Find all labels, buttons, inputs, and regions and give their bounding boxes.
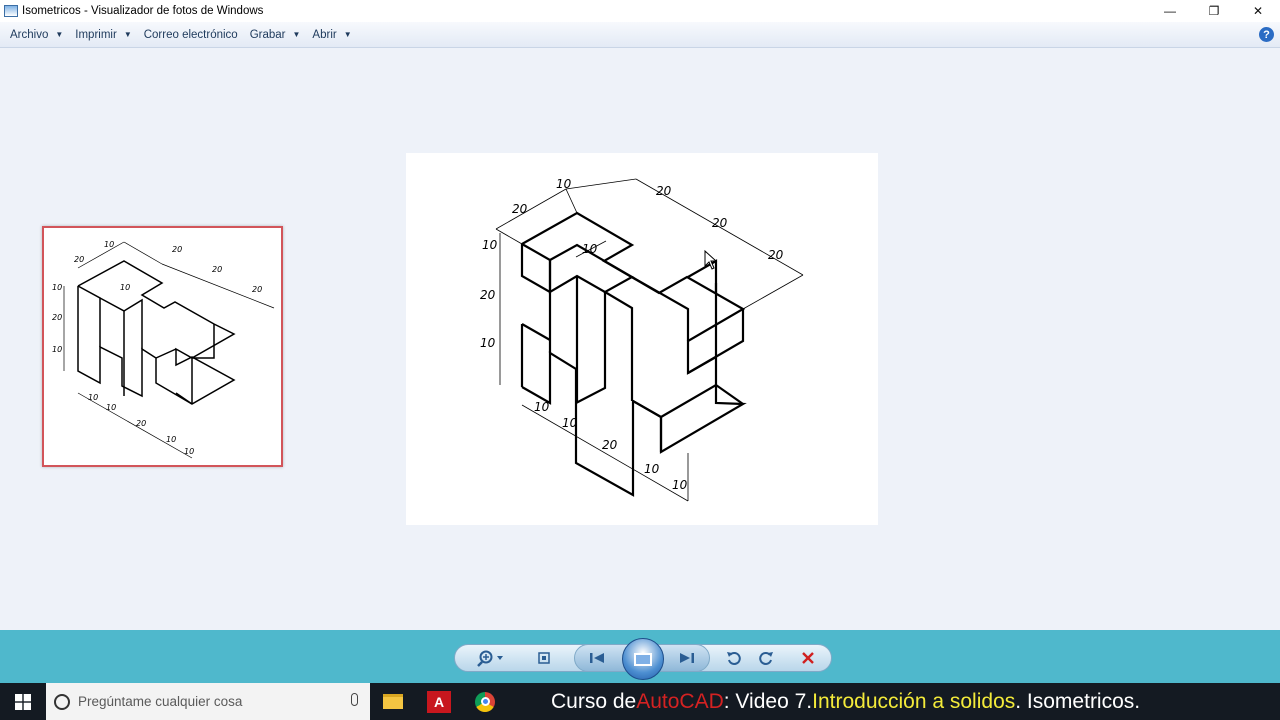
caption-topic: Introducción a solidos <box>812 689 1016 713</box>
start-button[interactable] <box>0 683 46 720</box>
menu-bar: Archivo ▼ Imprimir ▼ Correo electrónico … <box>0 22 1280 48</box>
rotate-cw-icon[interactable] <box>756 649 776 667</box>
dim-label: 10 <box>582 242 598 256</box>
autocad-app[interactable]: A <box>416 683 462 720</box>
menu-archivo-label: Archivo <box>10 28 49 41</box>
chrome-icon <box>475 691 495 712</box>
chrome-app[interactable] <box>462 683 508 720</box>
chevron-down-icon: ▼ <box>55 30 64 39</box>
thumb-dim: 10 <box>106 403 116 412</box>
dim-label: 10 <box>672 478 688 492</box>
caption-autocad: AutoCAD <box>636 689 724 713</box>
dim-label: 20 <box>602 438 618 452</box>
slideshow-icon <box>634 652 652 666</box>
thumb-dim: 10 <box>104 240 114 249</box>
photo-viewer-app-icon <box>4 5 18 17</box>
cortana-icon <box>54 693 70 710</box>
thumb-dim: 10 <box>184 447 194 456</box>
menu-imprimir[interactable]: Imprimir ▼ <box>75 29 131 41</box>
thumb-dim: 20 <box>52 313 62 322</box>
window-controls: — ❐ ✕ <box>1148 0 1280 22</box>
menu-imprimir-label: Imprimir <box>75 28 117 41</box>
close-button[interactable]: ✕ <box>1236 0 1280 22</box>
menu-abrir-label: Abrir <box>312 28 337 41</box>
help-icon[interactable]: ? <box>1259 27 1274 42</box>
previous-icon[interactable] <box>586 649 608 667</box>
dim-label: 20 <box>768 248 784 262</box>
dim-label: 10 <box>556 177 572 191</box>
autocad-icon: A <box>427 690 451 713</box>
next-icon[interactable] <box>676 649 698 667</box>
reference-thumbnail: 20 10 20 20 20 10 10 20 10 10 10 20 10 1… <box>42 226 283 467</box>
isometric-drawing: 20 10 20 20 20 10 10 20 10 10 10 20 10 1… <box>480 177 804 502</box>
thumb-dim: 10 <box>52 345 62 354</box>
caption-part: Curso de <box>551 689 637 713</box>
main-photo: 20 10 20 20 20 10 10 20 10 10 10 20 10 1… <box>406 153 878 525</box>
minimize-button[interactable]: — <box>1148 0 1192 22</box>
thumb-dim: 20 <box>74 255 84 264</box>
isometric-drawing-thumbnail: 20 10 20 20 20 10 10 20 10 10 10 20 10 1… <box>52 240 275 459</box>
dim-label: 20 <box>712 216 728 230</box>
delete-icon[interactable] <box>798 649 818 667</box>
slideshow-button[interactable] <box>622 638 664 680</box>
menu-grabar[interactable]: Grabar ▼ <box>250 29 301 41</box>
restore-button[interactable]: ❐ <box>1192 0 1236 22</box>
chevron-down-icon: ▼ <box>292 30 301 39</box>
window-title: Isometricos - Visualizador de fotos de W… <box>22 5 264 17</box>
folder-icon <box>383 694 403 709</box>
dim-label: 10 <box>562 416 578 430</box>
thumb-dim: 10 <box>166 435 176 444</box>
microphone-icon[interactable] <box>351 693 358 706</box>
thumb-dim: 20 <box>212 265 222 274</box>
menu-correo-label: Correo electrónico <box>143 28 238 41</box>
image-viewer-area: 20 10 20 20 20 10 10 20 10 10 10 20 10 1… <box>0 48 1280 630</box>
caption-part: : Video 7. <box>723 689 813 713</box>
menu-grabar-label: Grabar <box>249 28 286 41</box>
chevron-down-icon: ▼ <box>123 30 132 39</box>
dim-label: 10 <box>534 400 550 414</box>
thumb-dim: 10 <box>52 283 62 292</box>
zoom-icon[interactable] <box>474 649 510 667</box>
dim-label: 10 <box>480 336 496 350</box>
title-bar: Isometricos - Visualizador de fotos de W… <box>0 0 1280 22</box>
dim-label: 10 <box>644 462 660 476</box>
dim-label: 20 <box>512 202 528 216</box>
file-explorer-app[interactable] <box>370 683 416 720</box>
thumb-dim: 20 <box>172 245 182 254</box>
menu-abrir[interactable]: Abrir ▼ <box>312 29 351 41</box>
dim-label: 20 <box>656 184 672 198</box>
thumb-dim: 10 <box>120 283 130 292</box>
viewer-control-bar <box>0 630 1280 683</box>
thumb-dim: 10 <box>88 393 98 402</box>
cortana-search[interactable]: Pregúntame cualquier cosa <box>46 683 370 720</box>
windows-logo-icon <box>15 693 31 710</box>
menu-correo[interactable]: Correo electrónico <box>144 29 238 41</box>
rotate-ccw-icon[interactable] <box>724 649 744 667</box>
dim-label: 20 <box>480 288 496 302</box>
dim-label: 10 <box>482 238 498 252</box>
caption-part: . Isometricos. <box>1015 689 1141 713</box>
actual-size-icon[interactable] <box>534 649 554 667</box>
menu-archivo[interactable]: Archivo ▼ <box>10 29 63 41</box>
thumb-dim: 20 <box>252 285 262 294</box>
search-placeholder: Pregúntame cualquier cosa <box>78 694 243 709</box>
thumb-dim: 20 <box>136 419 146 428</box>
video-caption: Curso de AutoCAD : Video 7. Introducción… <box>551 683 1140 720</box>
chevron-down-icon: ▼ <box>343 30 352 39</box>
